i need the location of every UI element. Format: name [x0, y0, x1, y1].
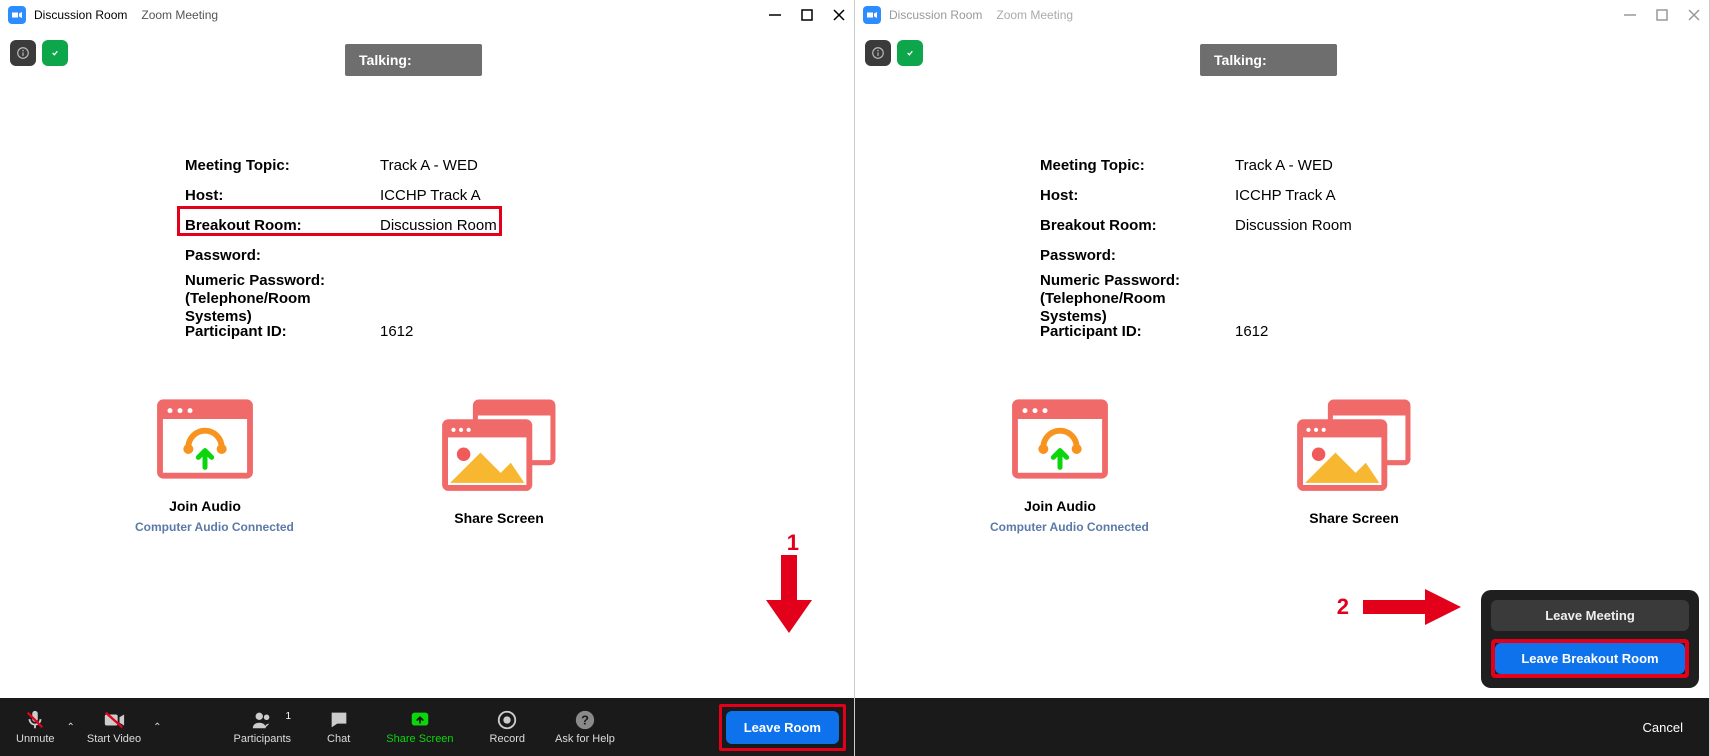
- join-audio-tile[interactable]: Join Audio: [1010, 395, 1110, 526]
- value-participant-id: 1612: [380, 323, 413, 340]
- meeting-toolbar: Cancel: [855, 698, 1709, 756]
- label-password: Password:: [1040, 247, 1235, 264]
- value-host: ICCHP Track A: [1235, 187, 1336, 204]
- join-audio-icon: [1010, 395, 1110, 483]
- meeting-info: Meeting Topic:Track A - WED Host:ICCHP T…: [185, 150, 497, 346]
- window-subtitle: Zoom Meeting: [141, 8, 218, 22]
- join-audio-label: Join Audio: [1024, 498, 1096, 514]
- label-password: Password:: [185, 247, 380, 264]
- join-audio-icon: [155, 395, 255, 483]
- video-caret-icon[interactable]: ⌃: [149, 722, 165, 733]
- share-screen-tile[interactable]: Share Screen: [1295, 395, 1413, 526]
- window-subtitle: Zoom Meeting: [996, 8, 1073, 22]
- annotation-highlight-leave-breakout: Leave Breakout Room: [1491, 639, 1689, 678]
- participant-count: 1: [285, 711, 291, 722]
- label-meeting-topic: Meeting Topic:: [1040, 157, 1235, 174]
- ask-help-label: Ask for Help: [555, 733, 615, 745]
- window-title: Discussion Room: [889, 8, 982, 22]
- value-meeting-topic: Track A - WED: [380, 157, 478, 174]
- label-participant-id: Participant ID:: [1040, 323, 1235, 340]
- record-label: Record: [490, 733, 525, 745]
- share-screen-icon: [1295, 395, 1413, 495]
- annotation-arrow-right-icon: [1363, 587, 1463, 632]
- share-screen-icon: [440, 395, 558, 495]
- share-screen-label: Share Screen: [1309, 510, 1399, 526]
- leave-meeting-option[interactable]: Leave Meeting: [1491, 600, 1689, 631]
- action-tiles: Join Audio Share Screen: [155, 395, 558, 526]
- value-meeting-topic: Track A - WED: [1235, 157, 1333, 174]
- action-tiles: Join Audio Share Screen: [1010, 395, 1413, 526]
- ask-for-help-button[interactable]: ? Ask for Help: [547, 709, 623, 745]
- annotation-number-2: 2: [1337, 594, 1349, 620]
- annotation-number-1: 1: [787, 530, 799, 556]
- label-numeric-password: Numeric Password: (Telephone/Room System…: [185, 272, 380, 326]
- meeting-info: Meeting Topic:Track A - WED Host:ICCHP T…: [1040, 150, 1352, 346]
- chat-label: Chat: [327, 733, 350, 745]
- info-circle-icon[interactable]: [10, 40, 36, 66]
- unmute-label: Unmute: [16, 733, 55, 745]
- maximize-button[interactable]: [800, 8, 814, 22]
- cancel-button[interactable]: Cancel: [1643, 720, 1683, 735]
- label-numeric-password: Numeric Password: (Telephone/Room System…: [1040, 272, 1235, 326]
- audio-connected-note: Computer Audio Connected: [990, 520, 1149, 534]
- record-button[interactable]: Record: [482, 709, 533, 745]
- unmute-button[interactable]: Unmute: [8, 709, 63, 745]
- start-video-button[interactable]: Start Video: [79, 709, 149, 745]
- audio-connected-note: Computer Audio Connected: [135, 520, 294, 534]
- talking-indicator: Talking:: [1200, 44, 1337, 76]
- join-audio-tile[interactable]: Join Audio: [155, 395, 255, 526]
- annotation-highlight-leave: Leave Room: [719, 704, 846, 751]
- label-host: Host:: [185, 187, 380, 204]
- zoom-window-right: Discussion Room Zoom Meeting Talking: Me…: [855, 0, 1710, 756]
- share-screen-tile[interactable]: Share Screen: [440, 395, 558, 526]
- share-screen-button[interactable]: Share Screen: [378, 709, 461, 745]
- leave-breakout-room-option[interactable]: Leave Breakout Room: [1495, 643, 1685, 674]
- maximize-button[interactable]: [1655, 8, 1669, 22]
- leave-popup: Leave Meeting Leave Breakout Room: [1481, 590, 1699, 688]
- top-badges: [10, 40, 68, 66]
- zoom-window-left: Discussion Room Zoom Meeting Talking: Me…: [0, 0, 855, 756]
- participants-button[interactable]: 1 Participants: [226, 709, 299, 745]
- label-host: Host:: [1040, 187, 1235, 204]
- zoom-logo-icon: [863, 6, 881, 24]
- label-meeting-topic: Meeting Topic:: [185, 157, 380, 174]
- minimize-button[interactable]: [768, 8, 782, 22]
- chat-button[interactable]: Chat: [319, 709, 358, 745]
- minimize-button[interactable]: [1623, 8, 1637, 22]
- titlebar: Discussion Room Zoom Meeting: [855, 0, 1709, 30]
- info-circle-icon[interactable]: [865, 40, 891, 66]
- svg-text:?: ?: [581, 713, 589, 728]
- label-breakout-room: Breakout Room:: [1040, 217, 1235, 234]
- shield-check-icon[interactable]: [897, 40, 923, 66]
- share-screen-label: Share Screen: [386, 733, 453, 745]
- share-screen-label: Share Screen: [454, 510, 544, 526]
- zoom-logo-icon: [8, 6, 26, 24]
- start-video-label: Start Video: [87, 733, 141, 745]
- top-badges: [865, 40, 923, 66]
- talking-indicator: Talking:: [345, 44, 482, 76]
- label-participant-id: Participant ID:: [185, 323, 380, 340]
- value-host: ICCHP Track A: [380, 187, 481, 204]
- close-button[interactable]: [1687, 8, 1701, 22]
- window-title: Discussion Room: [34, 8, 127, 22]
- participants-label: Participants: [234, 733, 291, 745]
- annotation-highlight-breakout: [177, 206, 502, 236]
- value-breakout-room: Discussion Room: [1235, 217, 1352, 234]
- annotation-arrow-down-icon: [764, 555, 814, 640]
- meeting-toolbar: Unmute ⌃ Start Video ⌃ 1 Participants Ch…: [0, 698, 854, 756]
- titlebar: Discussion Room Zoom Meeting: [0, 0, 854, 30]
- shield-check-icon[interactable]: [42, 40, 68, 66]
- value-participant-id: 1612: [1235, 323, 1268, 340]
- join-audio-label: Join Audio: [169, 498, 241, 514]
- leave-room-button[interactable]: Leave Room: [726, 711, 839, 744]
- close-button[interactable]: [832, 8, 846, 22]
- audio-caret-icon[interactable]: ⌃: [63, 722, 79, 733]
